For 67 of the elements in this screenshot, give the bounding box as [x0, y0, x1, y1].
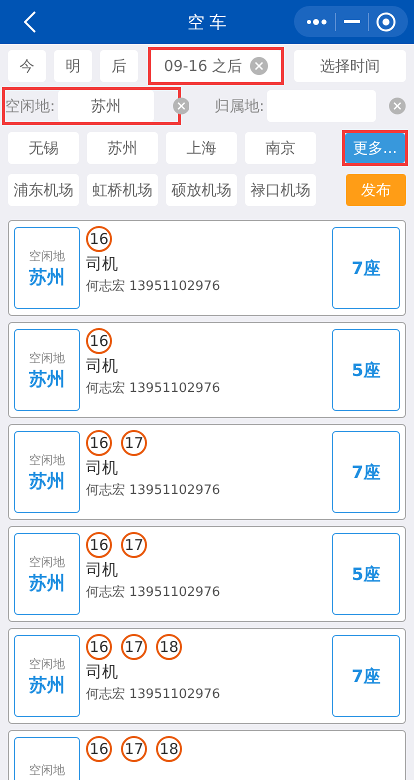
- day-badge: 17: [121, 634, 147, 660]
- place-label: 空闲地: [29, 656, 65, 672]
- back-icon[interactable]: [24, 11, 36, 33]
- place-label: 空闲地: [29, 554, 65, 570]
- place-name: 苏州: [29, 266, 65, 288]
- driver-contact: 何志宏 13951102976: [86, 278, 222, 295]
- day-badge: 18: [156, 736, 182, 762]
- day-badge: 16: [86, 430, 112, 456]
- more-icon[interactable]: [306, 18, 328, 26]
- minimize-icon[interactable]: [344, 20, 360, 24]
- place-name: 苏州: [29, 470, 65, 492]
- day-badge: 16: [86, 226, 112, 252]
- day-badge: 16: [86, 328, 112, 354]
- vehicle-card[interactable]: 空闲地 苏州 16 17 18 司机 何志宏 13951102976 7座: [8, 628, 406, 724]
- driver-contact: 何志宏 13951102976: [86, 482, 222, 499]
- more-button[interactable]: 更多...: [345, 133, 405, 163]
- place-name: 苏州: [29, 572, 65, 594]
- driver-contact: 何志宏 13951102976: [86, 584, 222, 601]
- driver-contact: 何志宏 13951102976: [86, 686, 222, 703]
- airport-chip[interactable]: 虹桥机场: [87, 174, 158, 206]
- place-name: 苏州: [29, 674, 65, 696]
- driver-role: 司机: [86, 560, 119, 581]
- day-badge: 17: [121, 736, 147, 762]
- driver-role: 司机: [86, 662, 119, 683]
- idle-place-field[interactable]: 苏州: [58, 90, 154, 122]
- place-label: 空闲地: [29, 248, 65, 264]
- vehicle-card[interactable]: 空闲地 苏州 16 17 司机 何志宏 13951102976 7座: [8, 424, 406, 520]
- airport-chip[interactable]: 禄口机场: [245, 174, 316, 206]
- date-chip[interactable]: 后: [100, 50, 138, 82]
- place-label: 空闲地: [29, 452, 65, 468]
- driver-contact: 何志宏 13951102976: [86, 380, 222, 397]
- vehicle-card[interactable]: 空闲地 苏州 16 司机 何志宏 13951102976 7座: [8, 220, 406, 316]
- seat-count: 5座: [332, 533, 400, 615]
- seat-count: 5座: [332, 329, 400, 411]
- idle-place-label: 空闲地:: [5, 96, 56, 116]
- date-chip[interactable]: 今: [8, 50, 46, 82]
- vehicle-card[interactable]: 空闲地 16 17 18: [8, 730, 406, 780]
- city-chip[interactable]: 无锡: [8, 132, 79, 164]
- driver-role: 司机: [86, 458, 119, 479]
- airport-chip[interactable]: 浦东机场: [8, 174, 79, 206]
- driver-role: 司机: [86, 356, 119, 377]
- date-chip[interactable]: 明: [54, 50, 92, 82]
- seat-count: 7座: [332, 635, 400, 717]
- vehicle-card[interactable]: 空闲地 苏州 16 司机 何志宏 13951102976 5座: [8, 322, 406, 418]
- target-icon[interactable]: [376, 12, 396, 32]
- place-name: 苏州: [29, 368, 65, 390]
- date-chip[interactable]: 09-16 之后: [151, 50, 281, 82]
- place-label: 空闲地: [29, 762, 65, 779]
- seat-count: 7座: [332, 227, 400, 309]
- city-chip[interactable]: 上海: [166, 132, 237, 164]
- home-place-label: 归属地:: [214, 96, 264, 116]
- select-time-button[interactable]: 选择时间: [294, 50, 406, 82]
- day-badge: 16: [86, 736, 112, 762]
- page-title: 空 车: [187, 12, 227, 34]
- city-chip[interactable]: 南京: [245, 132, 316, 164]
- day-badge: 17: [121, 430, 147, 456]
- day-badge: 16: [86, 532, 112, 558]
- seat-count: 7座: [332, 431, 400, 513]
- city-chip[interactable]: 苏州: [87, 132, 158, 164]
- day-badge: 16: [86, 634, 112, 660]
- driver-role: 司机: [86, 254, 119, 275]
- day-badge: 17: [121, 532, 147, 558]
- place-label: 空闲地: [29, 350, 65, 366]
- day-badge: 18: [156, 634, 182, 660]
- clear-icon[interactable]: [172, 97, 190, 115]
- airport-chip[interactable]: 硕放机场: [166, 174, 237, 206]
- vehicle-card[interactable]: 空闲地 苏州 16 17 司机 何志宏 13951102976 5座: [8, 526, 406, 622]
